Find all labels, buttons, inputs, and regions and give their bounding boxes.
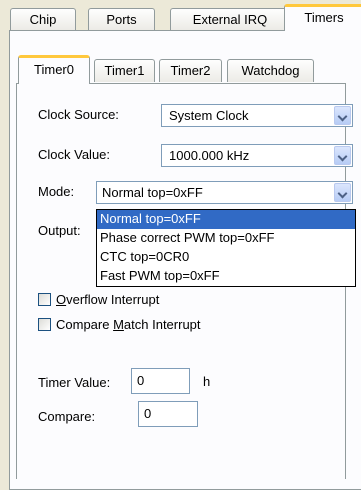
overflow-interrupt-checkbox[interactable] — [38, 293, 51, 306]
chevron-down-icon[interactable] — [334, 106, 351, 125]
output-label: Output: — [38, 223, 81, 238]
compare-match-interrupt-checkbox[interactable] — [38, 318, 51, 331]
chevron-down-icon[interactable] — [334, 183, 351, 202]
compare-match-interrupt-label[interactable]: Compare Match Interrupt — [56, 317, 201, 332]
tab-external-irq[interactable]: External IRQ — [170, 8, 290, 30]
mode-option-phase-correct-pwm[interactable]: Phase correct PWM top=0xFF — [97, 229, 355, 248]
mode-option-normal[interactable]: Normal top=0xFF — [97, 210, 355, 229]
timer-value-input[interactable]: 0 — [131, 368, 190, 394]
timer-value-unit: h — [203, 374, 211, 389]
tab-timer2[interactable]: Timer2 — [159, 59, 222, 82]
clock-source-value: System Clock — [169, 108, 249, 123]
mode-select[interactable]: Normal top=0xFF — [96, 181, 353, 204]
clock-source-label: Clock Source: — [38, 107, 119, 122]
clock-value-select[interactable]: 1000.000 kHz — [161, 144, 353, 167]
tab-ports[interactable]: Ports — [88, 8, 155, 30]
tab-chip[interactable]: Chip — [10, 8, 76, 30]
clock-value-label: Clock Value: — [38, 147, 111, 162]
mode-label: Mode: — [38, 184, 75, 199]
overflow-interrupt-label[interactable]: Overflow Interrupt — [56, 292, 159, 307]
compare-input[interactable]: 0 — [138, 401, 198, 427]
tab-watchdog[interactable]: Watchdog — [227, 59, 314, 82]
clock-source-select[interactable]: System Clock — [161, 104, 353, 127]
tab-timer0[interactable]: Timer0 — [18, 55, 90, 84]
mode-option-ctc[interactable]: CTC top=0CR0 — [97, 248, 355, 267]
compare-label: Compare: — [38, 409, 96, 424]
mode-value: Normal top=0xFF — [102, 185, 203, 200]
chevron-down-icon[interactable] — [334, 146, 351, 165]
timer-value-label: Timer Value: — [38, 375, 111, 390]
tab-timers[interactable]: Timers — [284, 4, 361, 31]
mode-option-fast-pwm[interactable]: Fast PWM top=0xFF — [97, 267, 355, 286]
clock-value-value: 1000.000 kHz — [169, 148, 250, 163]
tab-timer1[interactable]: Timer1 — [94, 59, 155, 82]
mode-dropdown-list[interactable]: Normal top=0xFF Phase correct PWM top=0x… — [96, 209, 356, 287]
